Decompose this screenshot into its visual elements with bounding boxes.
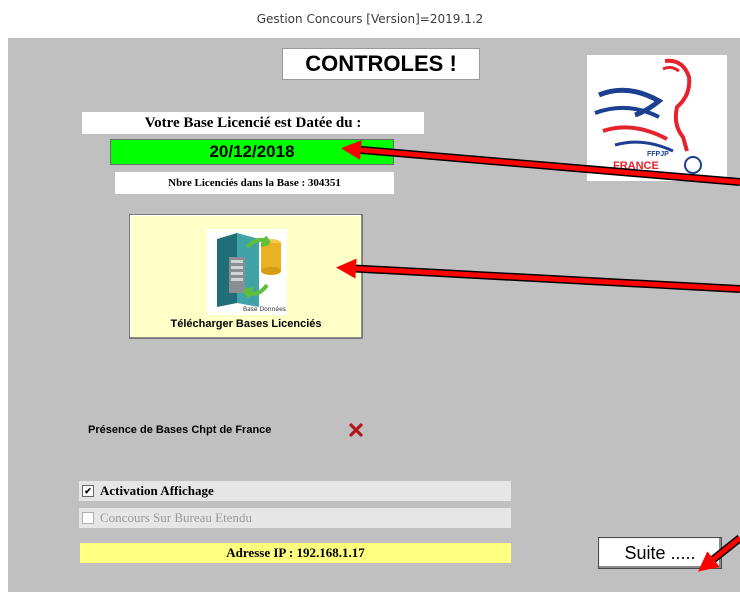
- ip-address-bar: Adresse IP : 192.168.1.17: [80, 543, 511, 563]
- activation-affichage-checkbox-row[interactable]: ✔ Activation Affichage: [79, 481, 511, 501]
- download-licencies-button[interactable]: Base Données Télécharger Bases Licenciés: [129, 214, 363, 339]
- activation-affichage-checkbox[interactable]: ✔: [82, 485, 94, 497]
- licencies-count: Nbre Licenciés dans la Base : 304351: [115, 172, 394, 194]
- window-title-bar: Gestion Concours [Version]=2019.1.2: [0, 0, 740, 38]
- rooster-logo-icon: FFPJP FRANCE: [594, 58, 702, 174]
- chpt-presence-label: Présence de Bases Chpt de France: [88, 424, 272, 436]
- red-x-icon: [349, 423, 363, 437]
- logo-text-ffpjp: FFPJP: [647, 151, 669, 158]
- activation-affichage-label: Activation Affichage: [100, 483, 214, 498]
- bureau-etendu-checkbox-row[interactable]: Concours Sur Bureau Etendu: [79, 508, 511, 528]
- ffpjp-logo: FFPJP FRANCE: [587, 55, 727, 181]
- icon-caption: Base Données: [243, 306, 286, 313]
- download-button-label: Télécharger Bases Licenciés: [170, 318, 322, 330]
- database-date-value: 20/12/2018: [110, 139, 394, 165]
- page-title: CONTROLES !: [282, 48, 480, 80]
- database-date-label: Votre Base Licencié est Datée du :: [82, 112, 424, 134]
- window-title: Gestion Concours [Version]=2019.1.2: [256, 12, 484, 26]
- suite-button[interactable]: Suite .....: [598, 537, 722, 569]
- bureau-etendu-label: Concours Sur Bureau Etendu: [100, 510, 253, 525]
- logo-text-france: FRANCE: [613, 160, 659, 172]
- database-download-icon: Base Données: [207, 229, 287, 315]
- bureau-etendu-checkbox[interactable]: [82, 512, 94, 524]
